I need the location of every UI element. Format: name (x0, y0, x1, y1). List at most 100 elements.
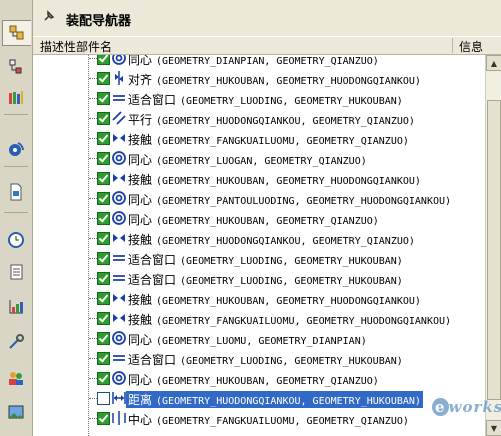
tree-branch-line (89, 318, 97, 319)
constraint-checkbox[interactable] (97, 332, 110, 345)
constraint-row[interactable]: 接触 (GEOMETRY_HUKOUBAN, GEOMETRY_HUODONGQI… (33, 169, 485, 189)
constraint-row[interactable]: 适合窗口 (GEOMETRY_LUODING, GEOMETRY_HUKOUBAN… (33, 269, 485, 289)
image-icon[interactable] (4, 400, 28, 424)
tools-icon[interactable] (4, 330, 28, 354)
constraint-label[interactable]: 接触 (GEOMETRY_HUKOUBAN, GEOMETRY_HUODONGQI… (128, 171, 421, 188)
document-icon[interactable] (4, 180, 28, 204)
list-icon[interactable] (4, 260, 28, 284)
constraint-label[interactable]: 接触 (GEOMETRY_HUKOUBAN, GEOMETRY_HUODONGQI… (128, 291, 421, 308)
constraint-checkbox[interactable] (97, 55, 110, 65)
constraint-label[interactable]: 同心 (GEOMETRY_LUOGAN, GEOMETRY_QIANZUO) (128, 151, 367, 168)
constraint-row[interactable]: 中心 (GEOMETRY_FANGKUAILUOMU, GEOMETRY_QIAN… (33, 409, 485, 429)
constraint-type: 同心 (128, 373, 153, 387)
constraint-checkbox[interactable] (97, 132, 110, 145)
constraint-checkbox[interactable] (97, 272, 110, 285)
scrollbar-thumb[interactable] (487, 100, 501, 400)
constraint-geometry: (GEOMETRY_HUKOUBAN, GEOMETRY_HUODONGQIAN… (156, 296, 421, 307)
constraint-checkbox[interactable] (97, 412, 110, 425)
constraint-row[interactable]: 同心 (GEOMETRY_HUKOUBAN, GEOMETRY_QIANZUO) (33, 209, 485, 229)
column-header-info[interactable]: 信息 (459, 38, 483, 55)
clock-icon[interactable] (4, 228, 28, 252)
pin-icon[interactable] (42, 10, 55, 26)
constraint-checkbox[interactable] (97, 72, 110, 85)
reuse-library-icon[interactable] (4, 86, 28, 110)
constraint-type: 接触 (128, 173, 153, 187)
constraint-geometry: (GEOMETRY_HUODONGQIANKOU, GEOMETRY_HUKOU… (156, 396, 421, 407)
constraint-row[interactable]: 同心 (GEOMETRY_HUKOUBAN, GEOMETRY_QIANZUO) (33, 369, 485, 389)
constraint-row[interactable]: 同心 (GEOMETRY_LUOMU, GEOMETRY_DIANPIAN) (33, 329, 485, 349)
column-header-description[interactable]: 描述性部件名 (40, 38, 112, 55)
constraint-checkbox[interactable] (97, 212, 110, 225)
constraint-type: 对齐 (128, 73, 153, 87)
constraint-checkbox[interactable] (97, 112, 110, 125)
constraint-label[interactable]: 同心 (GEOMETRY_LUOMU, GEOMETRY_DIANPIAN) (128, 331, 367, 348)
concentric-icon (111, 210, 127, 226)
constraint-label[interactable]: 同心 (GEOMETRY_DIANPIAN, GEOMETRY_QIANZUO) (128, 55, 379, 68)
constraint-label[interactable]: 适合窗口 (GEOMETRY_LUODING, GEOMETRY_HUKOUBAN… (128, 351, 403, 368)
scroll-down-icon[interactable]: ▼ (486, 420, 501, 436)
resource-bar (0, 0, 33, 436)
constraint-type: 同心 (128, 153, 153, 167)
constraint-label[interactable]: 对齐 (GEOMETRY_HUKOUBAN, GEOMETRY_HUODONGQI… (128, 71, 421, 88)
column-divider[interactable] (452, 38, 453, 53)
tree-branch-line (89, 58, 97, 59)
constraint-label[interactable]: 同心 (GEOMETRY_PANTOULUODING, GEOMETRY_HUOD… (128, 191, 451, 208)
constraint-label[interactable]: 接触 (GEOMETRY_HUODONGQIANKOU, GEOMETRY_QIA… (128, 231, 415, 248)
tree-branch-line (89, 138, 97, 139)
constraint-label[interactable]: 适合窗口 (GEOMETRY_LUODING, GEOMETRY_HUKOUBAN… (128, 271, 403, 288)
constraint-label[interactable]: 接触 (GEOMETRY_FANGKUAILUOMU, GEOMETRY_HUOD… (128, 311, 451, 328)
constraint-row[interactable]: 适合窗口 (GEOMETRY_LUODING, GEOMETRY_HUKOUBAN… (33, 249, 485, 269)
constraint-type: 接触 (128, 313, 153, 327)
part-navigator-icon[interactable] (4, 55, 28, 79)
constraint-checkbox[interactable] (97, 392, 110, 405)
constraint-row[interactable]: 接触 (GEOMETRY_FANGKUAILUOMU, GEOMETRY_QIAN… (33, 129, 485, 149)
constraint-type: 同心 (128, 193, 153, 207)
vertical-scrollbar[interactable]: ▲ ▼ (485, 55, 501, 436)
history-icon[interactable] (4, 137, 28, 161)
constraint-geometry: (GEOMETRY_HUKOUBAN, GEOMETRY_HUODONGQIAN… (156, 76, 421, 87)
constraint-checkbox[interactable] (97, 372, 110, 385)
constraint-label[interactable]: 平行 (GEOMETRY_HUODONGQIANKOU, GEOMETRY_QIA… (128, 111, 415, 128)
constraint-row[interactable]: 同心 (GEOMETRY_LUOGAN, GEOMETRY_QIANZUO) (33, 149, 485, 169)
constraint-checkbox[interactable] (97, 352, 110, 365)
assembly-navigator-icon[interactable] (2, 20, 31, 46)
roles-icon[interactable] (4, 366, 28, 390)
constraint-geometry: (GEOMETRY_PANTOULUODING, GEOMETRY_HUODON… (156, 196, 452, 207)
analysis-icon[interactable] (4, 295, 28, 319)
constraint-checkbox[interactable] (97, 252, 110, 265)
constraint-row[interactable]: 适合窗口 (GEOMETRY_LUODING, GEOMETRY_HUKOUBAN… (33, 349, 485, 369)
constraint-label[interactable]: 同心 (GEOMETRY_HUKOUBAN, GEOMETRY_QIANZUO) (128, 211, 379, 228)
tree-branch-line (89, 358, 97, 359)
constraint-checkbox[interactable] (97, 232, 110, 245)
constraint-row[interactable]: 对齐 (GEOMETRY_HUKOUBAN, GEOMETRY_HUODONGQI… (33, 69, 485, 89)
touch-icon (111, 310, 127, 326)
constraint-row[interactable]: 距离 (GEOMETRY_HUODONGQIANKOU, GEOMETRY_HUK… (33, 389, 485, 409)
constraint-checkbox[interactable] (97, 172, 110, 185)
constraint-checkbox[interactable] (97, 312, 110, 325)
constraint-row[interactable]: 同心 (GEOMETRY_PANTOULUODING, GEOMETRY_HUOD… (33, 189, 485, 209)
touch-icon (111, 170, 127, 186)
constraint-checkbox[interactable] (97, 192, 110, 205)
constraint-checkbox[interactable] (97, 152, 110, 165)
constraint-geometry: (GEOMETRY_FANGKUAILUOMU, GEOMETRY_HUODON… (156, 316, 452, 327)
center-icon (111, 410, 127, 426)
constraint-label[interactable]: 距离 (GEOMETRY_HUODONGQIANKOU, GEOMETRY_HUK… (126, 391, 423, 408)
concentric-icon (111, 190, 127, 206)
constraint-geometry: (GEOMETRY_FANGKUAILUOMU, GEOMETRY_QIANZU… (156, 136, 409, 147)
constraint-label[interactable]: 适合窗口 (GEOMETRY_LUODING, GEOMETRY_HUKOUBAN… (128, 91, 403, 108)
constraint-row[interactable]: 接触 (GEOMETRY_FANGKUAILUOMU, GEOMETRY_HUOD… (33, 309, 485, 329)
constraint-label[interactable]: 接触 (GEOMETRY_FANGKUAILUOMU, GEOMETRY_QIAN… (128, 131, 409, 148)
constraint-row[interactable]: 同心 (GEOMETRY_DIANPIAN, GEOMETRY_QIANZUO) (33, 55, 485, 69)
constraint-label[interactable]: 中心 (GEOMETRY_FANGKUAILUOMU, GEOMETRY_QIAN… (128, 411, 409, 428)
constraint-checkbox[interactable] (97, 92, 110, 105)
constraint-label[interactable]: 同心 (GEOMETRY_HUKOUBAN, GEOMETRY_QIANZUO) (128, 371, 379, 388)
scroll-up-icon[interactable]: ▲ (486, 55, 501, 71)
constraint-row[interactable]: 平行 (GEOMETRY_HUODONGQIANKOU, GEOMETRY_QIA… (33, 109, 485, 129)
constraint-checkbox[interactable] (97, 292, 110, 305)
constraint-row[interactable]: 接触 (GEOMETRY_HUODONGQIANKOU, GEOMETRY_QIA… (33, 229, 485, 249)
concentric-icon (111, 150, 127, 166)
constraint-type: 距离 (128, 393, 153, 407)
constraint-label[interactable]: 适合窗口 (GEOMETRY_LUODING, GEOMETRY_HUKOUBAN… (128, 251, 403, 268)
constraint-row[interactable]: 接触 (GEOMETRY_HUKOUBAN, GEOMETRY_HUODONGQI… (33, 289, 485, 309)
constraint-row[interactable]: 适合窗口 (GEOMETRY_LUODING, GEOMETRY_HUKOUBAN… (33, 89, 485, 109)
